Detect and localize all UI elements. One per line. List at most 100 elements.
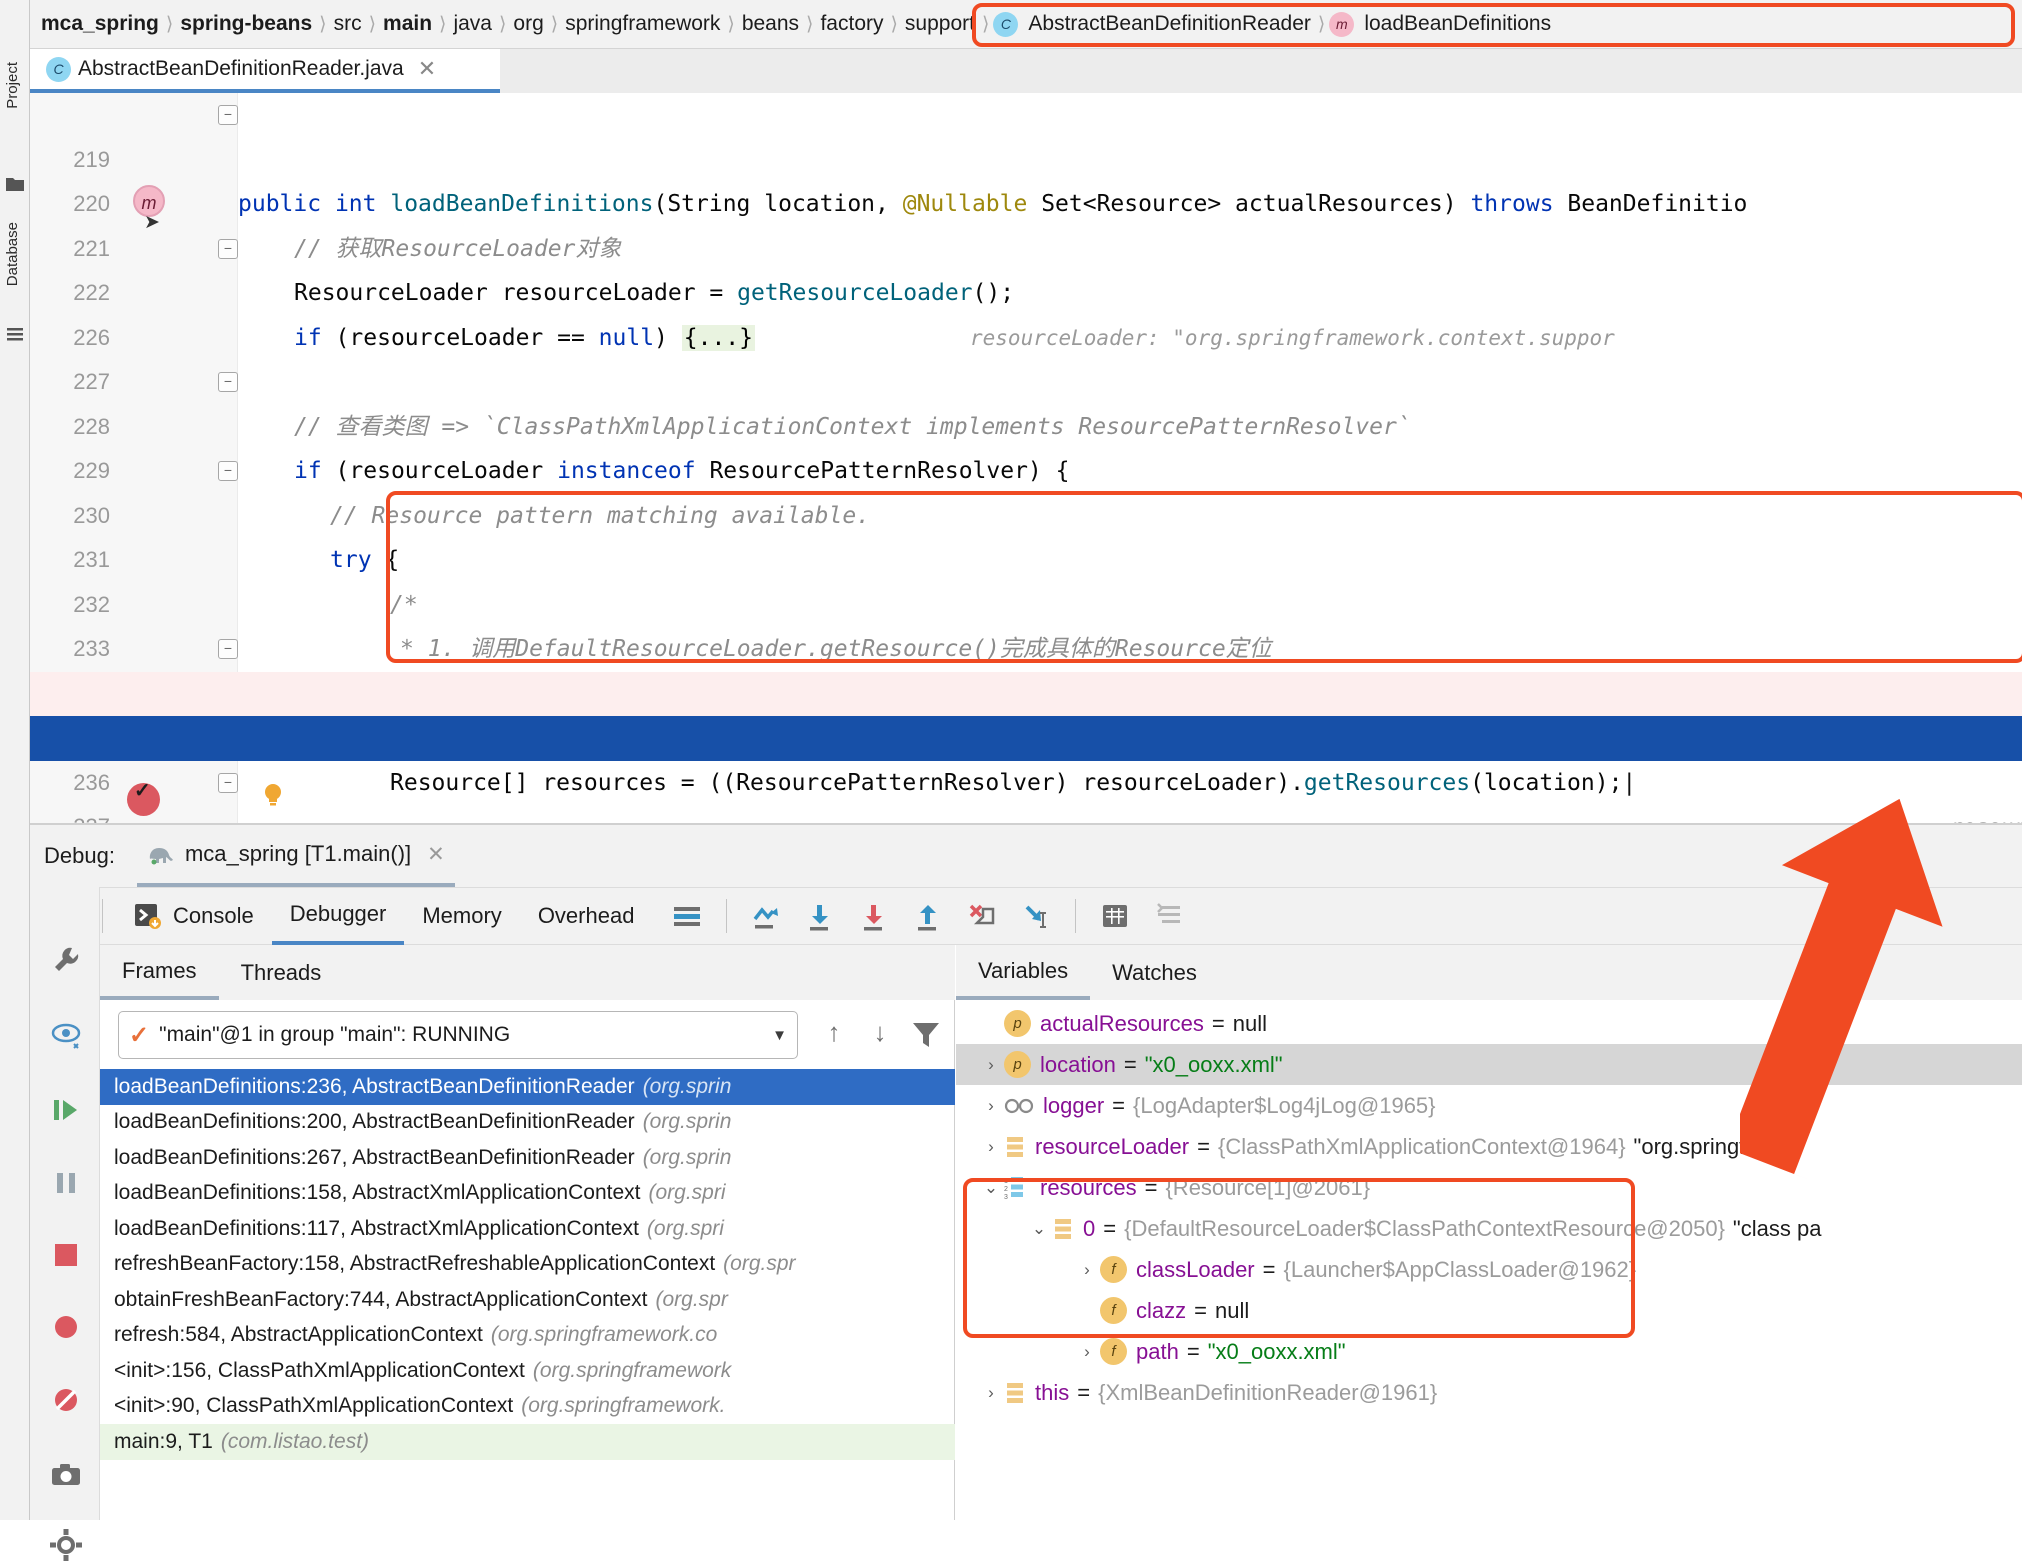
code-editor[interactable]: 219 public int loadBeanDefinitions(Strin… [30, 93, 2022, 823]
fold-toggle-icon[interactable]: − [218, 105, 238, 125]
variable-row-element-0[interactable]: ⌄ 0 = {DefaultResourceLoader$ClassPathCo… [956, 1208, 2022, 1249]
tab-overhead[interactable]: Overhead [520, 887, 653, 945]
variable-row-this[interactable]: › this = {XmlBeanDefinitionReader@1961} [956, 1372, 2022, 1413]
frame-row[interactable]: main:9, T1 (com.listao.test) [100, 1424, 955, 1460]
frame-down-button[interactable]: ↓ [862, 1017, 898, 1053]
gear-icon[interactable] [48, 1527, 84, 1563]
show-execution-point-icon[interactable] [668, 897, 706, 935]
breadcrumb[interactable]: mca_spring ⟩ spring-beans ⟩ src ⟩ main ⟩… [30, 0, 2022, 49]
watch-eye-icon[interactable] [48, 1017, 84, 1053]
frame-row[interactable]: loadBeanDefinitions:117, AbstractXmlAppl… [100, 1211, 955, 1247]
variable-row-location[interactable]: › p location = "x0_ooxx.xml" [956, 1044, 2022, 1085]
run-to-cursor-icon[interactable] [1017, 897, 1055, 935]
breadcrumb-item-7[interactable]: beans [739, 12, 802, 36]
close-icon[interactable]: ✕ [418, 56, 436, 82]
mute-breakpoints-icon[interactable] [48, 1382, 84, 1418]
breadcrumb-item-8[interactable]: factory [817, 12, 886, 36]
stop-program-icon[interactable] [48, 1237, 84, 1273]
code-line-226[interactable]: 226 [30, 271, 2022, 350]
frame-row[interactable]: refresh:584, AbstractApplicationContext … [100, 1318, 955, 1354]
view-breakpoints-icon[interactable] [48, 1309, 84, 1345]
tree-toggle-expanded-icon[interactable]: ⌄ [1026, 1219, 1052, 1239]
fold-toggle-icon[interactable]: − [218, 372, 238, 392]
breadcrumb-item-class[interactable]: AbstractBeanDefinitionReader [1025, 12, 1314, 36]
tab-watches[interactable]: Watches [1090, 945, 1219, 1000]
code-line-237[interactable]: 237 if (actualResources != null = false … [30, 761, 2022, 823]
fold-toggle-icon[interactable]: − [218, 461, 238, 481]
code-line-227[interactable]: 227 // 查看类图 => `ClassPathXmlApplicationC… [30, 316, 2022, 440]
variables-panel[interactable]: Variables Watches p actualResources = nu… [956, 945, 2022, 1520]
debug-toolbar[interactable]: Console Debugger Memory Overhead [30, 887, 2022, 945]
frames-tabstrip[interactable]: Frames Threads [100, 945, 955, 1000]
code-line-235[interactable]: 235 Resource[] resources = ((ResourcePat… [30, 671, 2022, 823]
editor-tab-abstractbeandefinitionreader[interactable]: C AbstractBeanDefinitionReader.java ✕ [30, 49, 500, 93]
variable-row-classloader[interactable]: › f classLoader = {Launcher$AppClassLoad… [956, 1249, 2022, 1290]
frame-up-button[interactable]: ↑ [816, 1017, 852, 1053]
tab-console[interactable]: Console [115, 887, 272, 945]
fold-toggle-icon[interactable]: − [218, 773, 238, 793]
variable-row-clazz[interactable]: f clazz = null [956, 1290, 2022, 1331]
breadcrumb-item-0[interactable]: mca_spring [38, 12, 162, 36]
code-line-232[interactable]: 232 * 1. 调用DefaultResourceLoader.getReso… [30, 538, 2022, 663]
step-out-icon[interactable] [909, 897, 947, 935]
thread-selector-dropdown[interactable]: ✓ "main"@1 in group "main": RUNNING ▼ [118, 1011, 798, 1059]
fold-toggle-icon[interactable]: − [218, 239, 238, 259]
settings-wrench-icon[interactable] [48, 942, 84, 978]
step-over-icon[interactable] [747, 897, 785, 935]
tab-variables[interactable]: Variables [956, 945, 1091, 1000]
code-line-220[interactable]: 220 // 获取ResourceLoader对象 [30, 138, 2022, 262]
code-line-233[interactable]: 233 * 2. classpath*: => <context:propert… [30, 583, 2022, 707]
code-line-234[interactable]: 234 */ [30, 627, 2022, 752]
code-line-236[interactable]: 236 int count = loadBeanDefinitions(reso… [30, 716, 2022, 823]
code-line-219[interactable]: 219 public int loadBeanDefinitions(Strin… [30, 93, 2022, 218]
frame-row[interactable]: loadBeanDefinitions:158, AbstractXmlAppl… [100, 1176, 955, 1212]
breadcrumb-item-method[interactable]: loadBeanDefinitions [1361, 12, 1554, 36]
frame-row[interactable]: loadBeanDefinitions:200, AbstractBeanDef… [100, 1105, 955, 1141]
code-line-231[interactable]: 231 /* [30, 494, 2022, 618]
debug-session-tab[interactable]: mca_spring [T1.main()] ✕ [136, 825, 455, 887]
variable-row-actualresources[interactable]: p actualResources = null [956, 1003, 2022, 1044]
drop-frame-icon[interactable] [963, 897, 1001, 935]
force-step-into-icon[interactable] [855, 897, 893, 935]
breadcrumb-item-2[interactable]: src [331, 12, 365, 36]
layout-settings-icon[interactable] [1150, 897, 1188, 935]
code-line-229[interactable]: 229 // Resource pattern matching availab… [30, 405, 2022, 529]
frames-panel[interactable]: Frames Threads ✓ "main"@1 in group "main… [100, 945, 955, 1520]
code-line-221[interactable]: 221 ResourceLoader resourceLoader = getR… [30, 182, 2022, 350]
variables-tree[interactable]: p actualResources = null › p location = … [956, 1003, 2022, 1520]
frame-row[interactable]: loadBeanDefinitions:236, AbstractBeanDef… [100, 1069, 955, 1105]
tab-frames[interactable]: Frames [100, 945, 219, 1000]
tab-threads[interactable]: Threads [219, 945, 344, 1000]
variable-row-resourceloader[interactable]: › resourceLoader = {ClassPathXmlApplicat… [956, 1126, 2022, 1167]
tab-memory[interactable]: Memory [404, 887, 519, 945]
evaluate-expression-icon[interactable] [1096, 897, 1134, 935]
step-into-icon[interactable] [801, 897, 839, 935]
close-icon[interactable]: ✕ [427, 842, 445, 867]
frames-list[interactable]: loadBeanDefinitions:236, AbstractBeanDef… [100, 1069, 955, 1520]
tab-debugger[interactable]: Debugger [271, 887, 405, 945]
fold-toggle-icon[interactable]: − [218, 639, 238, 659]
tree-toggle-collapsed-icon[interactable]: › [978, 1055, 1004, 1075]
frame-row[interactable]: <init>:90, ClassPathXmlApplicationContex… [100, 1389, 955, 1425]
camera-icon[interactable] [48, 1457, 84, 1493]
code-line-238[interactable]: 238 [30, 805, 2022, 823]
breadcrumb-item-9[interactable]: support [902, 12, 978, 36]
frame-row[interactable]: <init>:156, ClassPathXmlApplicationConte… [100, 1353, 955, 1389]
variables-tabstrip[interactable]: Variables Watches [956, 945, 2022, 1000]
sidebar-item-project[interactable]: Project [4, 62, 21, 109]
code-line-228[interactable]: 228 if (resourceLoader instanceof Resour… [30, 360, 2022, 485]
tree-toggle-expanded-icon[interactable]: ⌄ [978, 1178, 1004, 1198]
variable-row-logger[interactable]: › logger = {LogAdapter$Log4jLog@1965} [956, 1085, 2022, 1126]
frame-row[interactable]: obtainFreshBeanFactory:744, AbstractAppl… [100, 1282, 955, 1318]
chevron-down-icon[interactable]: ▼ [772, 1027, 787, 1044]
frame-filter-icon[interactable] [908, 1017, 944, 1053]
breadcrumb-item-1[interactable]: spring-beans [177, 12, 315, 36]
tree-toggle-collapsed-icon[interactable]: › [978, 1137, 1004, 1157]
pause-program-icon[interactable] [48, 1165, 84, 1201]
breadcrumb-item-4[interactable]: java [450, 12, 495, 36]
breadcrumb-item-5[interactable]: org [510, 12, 546, 36]
tree-toggle-collapsed-icon[interactable]: › [1074, 1342, 1100, 1362]
frame-row[interactable]: loadBeanDefinitions:267, AbstractBeanDef… [100, 1140, 955, 1176]
breadcrumb-item-6[interactable]: springframework [562, 12, 723, 36]
tree-toggle-collapsed-icon[interactable]: › [1074, 1260, 1100, 1280]
